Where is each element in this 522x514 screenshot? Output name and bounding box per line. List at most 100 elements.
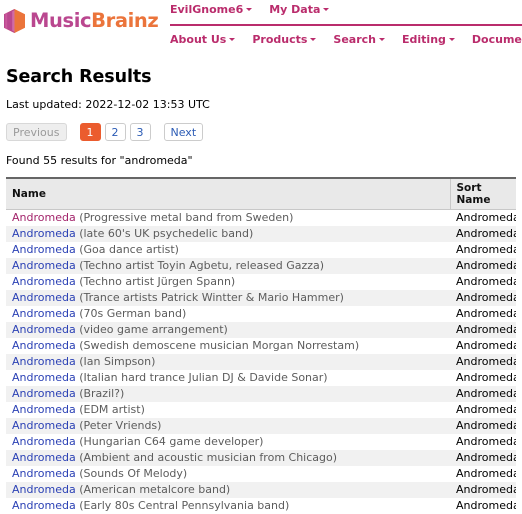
artist-link[interactable]: Andromeda	[12, 435, 76, 448]
cell-sort-name: Andromeda	[456, 467, 516, 480]
cell-name: Andromeda (Techno artist Toyin Agbetu, r…	[6, 258, 450, 274]
cell-name: Andromeda (American metalcore band)	[6, 482, 450, 498]
nav-item-my-data[interactable]: My Data	[269, 3, 330, 17]
artist-link[interactable]: Andromeda	[12, 355, 76, 368]
pagination-page-2[interactable]: 2	[104, 123, 126, 141]
artist-link[interactable]: Andromeda	[12, 211, 76, 224]
artist-comment: (video game arrangement)	[75, 323, 228, 336]
artist-link[interactable]: Andromeda	[12, 259, 76, 272]
nav-item-search[interactable]: Search	[333, 33, 386, 47]
cell-name: Andromeda (Sounds Of Melody)	[6, 466, 450, 482]
artist-link[interactable]: Andromeda	[12, 307, 76, 320]
cell-sort-name: Andromeda	[456, 259, 516, 272]
cell-name: Andromeda (70s German band)	[6, 306, 450, 322]
cell-name: Andromeda (Italian hard trance Julian DJ…	[6, 370, 450, 386]
artist-link[interactable]: Andromeda	[12, 419, 76, 432]
cell-sort-name: Andromeda	[456, 435, 516, 448]
musicbrainz-cube-icon	[4, 9, 25, 33]
nav-item-editing[interactable]: Editing	[402, 33, 455, 47]
nav-item-label: Documentation	[471, 33, 522, 46]
pagination-next-button[interactable]: Next	[163, 123, 204, 141]
artist-link[interactable]: Andromeda	[12, 467, 76, 480]
table-row: Andromeda (American metalcore band) Andro…	[6, 481, 516, 498]
header-divider	[170, 24, 522, 26]
artist-comment: (70s German band)	[75, 307, 187, 320]
artist-comment: (Italian hard trance Julian DJ & Davide …	[75, 371, 328, 384]
page-title: Search Results	[6, 67, 152, 87]
chevron-down-icon	[323, 8, 330, 11]
column-header-sort-name[interactable]: Sort Name	[449, 178, 516, 210]
artist-comment: (Hungarian C64 game developer)	[75, 435, 264, 448]
nav-item-products[interactable]: Products	[252, 33, 317, 47]
site-logo[interactable]: MusicBrainz	[4, 9, 159, 33]
table-row: Andromeda (Progressive metal band from S…	[6, 210, 516, 226]
nav-item-label: Editing	[402, 33, 446, 46]
artist-comment: (Swedish demoscene musician Morgan Norre…	[75, 339, 360, 352]
table-row: Andromeda (Brazil?) Andromeda	[6, 385, 516, 402]
last-updated-text: Last updated: 2022-12-02 13:53 UTC	[6, 98, 210, 111]
logo-text-music: Music	[30, 9, 92, 33]
chevron-down-icon	[448, 38, 455, 41]
table-row: Andromeda (Italian hard trance Julian DJ…	[6, 370, 516, 386]
cell-name: Andromeda (Peter Vriends)	[6, 418, 450, 434]
table-row: Andromeda (Ian Simpson) Andromeda	[6, 353, 516, 370]
cell-name: Andromeda (Swedish demoscene musician Mo…	[6, 338, 450, 354]
artist-link[interactable]: Andromeda	[12, 499, 76, 512]
artist-link[interactable]: Andromeda	[12, 227, 76, 240]
artist-link[interactable]: Andromeda	[12, 403, 76, 416]
artist-comment: (Techno artist Jürgen Spann)	[75, 275, 236, 288]
table-row: Andromeda (Trance artists Patrick Wintte…	[6, 289, 516, 306]
artist-link[interactable]: Andromeda	[12, 243, 76, 256]
cell-sort-name: Andromeda	[456, 419, 516, 432]
table-row: Andromeda (video game arrangement) Androm…	[6, 321, 516, 338]
results-count-text: Found 55 results for "andromeda"	[6, 154, 193, 167]
table-row: Andromeda (Peter Vriends) Andromeda	[6, 417, 516, 434]
cell-sort-name: Andromeda	[456, 211, 516, 225]
artist-link[interactable]: Andromeda	[12, 451, 76, 464]
table-row: Andromeda (EDM artist) Andromeda	[6, 402, 516, 418]
table-row: Andromeda (Techno artist Jürgen Spann) An…	[6, 274, 516, 290]
cell-name: Andromeda (video game arrangement)	[6, 322, 450, 338]
cell-sort-name: Andromeda	[456, 227, 516, 240]
artist-link[interactable]: Andromeda	[12, 323, 76, 336]
nav-item-label: EvilGnome6	[170, 3, 244, 16]
artist-comment: (Brazil?)	[75, 387, 125, 400]
artist-comment: (Peter Vriends)	[75, 419, 162, 432]
artist-link[interactable]: Andromeda	[12, 291, 76, 304]
artist-comment: (American metalcore band)	[75, 483, 231, 496]
artist-comment: (EDM artist)	[75, 403, 145, 416]
chevron-down-icon	[310, 38, 317, 41]
cell-name: Andromeda (late 60's UK psychedelic band…	[6, 226, 450, 242]
table-body: Andromeda (Progressive metal band from S…	[6, 210, 516, 514]
nav-item-evilgnome6[interactable]: EvilGnome6	[170, 3, 253, 17]
chevron-down-icon	[229, 38, 236, 41]
pagination-previous-button[interactable]: Previous	[6, 123, 67, 141]
pagination-page-3[interactable]: 3	[129, 123, 151, 141]
table-row: Andromeda (Ambient and acoustic musician…	[6, 449, 516, 466]
artist-link[interactable]: Andromeda	[12, 387, 76, 400]
artist-link[interactable]: Andromeda	[12, 275, 76, 288]
artist-link[interactable]: Andromeda	[12, 483, 76, 496]
main-content: Search Results Last updated: 2022-12-02 …	[0, 67, 522, 514]
artist-comment: (Progressive metal band from Sweden)	[75, 211, 294, 225]
site-header: MusicBrainz EvilGnome6 My Data About Us …	[0, 0, 522, 57]
pagination-page-1[interactable]: 1	[79, 123, 101, 141]
nav-item-about-us[interactable]: About Us	[170, 33, 236, 47]
cell-sort-name: Andromeda	[456, 243, 516, 256]
artist-link[interactable]: Andromeda	[12, 371, 76, 384]
artist-comment: (Sounds Of Melody)	[75, 467, 188, 480]
artist-comment: (late 60's UK psychedelic band)	[75, 227, 254, 240]
artist-link[interactable]: Andromeda	[12, 339, 76, 352]
cell-sort-name: Andromeda	[456, 323, 516, 336]
cell-sort-name: Andromeda	[456, 403, 516, 416]
nav-item-documentation[interactable]: Documentation	[472, 33, 522, 47]
cell-sort-name: Andromeda	[456, 355, 516, 368]
cell-name: Andromeda (Hungarian C64 game developer)	[6, 434, 450, 450]
column-header-name[interactable]: Name	[6, 178, 450, 210]
cell-sort-name: Andromeda	[456, 483, 516, 496]
table-row: Andromeda (70s German band) Andromeda	[6, 306, 516, 322]
table-row: Andromeda (Goa dance artist) Andromeda	[6, 242, 516, 258]
nav-item-label: About Us	[170, 33, 227, 46]
artist-comment: (Early 80s Central Pennsylvania band)	[75, 499, 290, 512]
artist-comment: (Goa dance artist)	[75, 243, 179, 256]
